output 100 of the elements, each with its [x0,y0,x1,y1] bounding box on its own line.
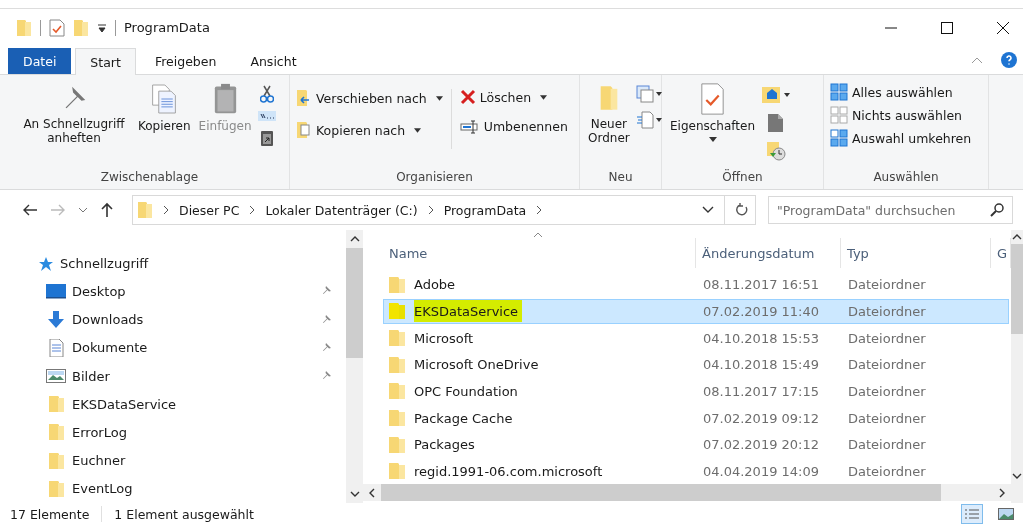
collapse-ribbon-icon[interactable] [971,56,983,64]
vertical-scrollbar[interactable] [1011,230,1023,503]
search-icon[interactable] [990,203,1004,217]
scroll-up-icon[interactable] [1012,234,1022,240]
file-row[interactable]: Packages 07.02.2019 20:12 Dateiordner [383,432,1009,458]
ribbon-button[interactable]: Umbenennen [459,119,568,134]
shortcut-icon[interactable] [259,129,274,147]
dropdown-icon[interactable] [702,206,714,214]
file-row[interactable]: Microsoft 04.10.2018 15:53 Dateiordner [383,325,1009,351]
folder-icon [388,275,406,294]
ribbon-button[interactable]: Alles auswählen [830,83,972,101]
scroll-down-icon[interactable] [349,491,360,497]
ribbon-button[interactable]: Löschen [459,89,568,105]
breadcrumb[interactable]: Dieser PC [179,202,240,218]
dropdown-icon[interactable] [97,22,107,33]
file-name: Microsoft [414,329,475,348]
recent-icon[interactable] [78,207,88,213]
nav-item[interactable]: Schnellzugriff [38,250,149,278]
folder-icon [16,18,32,37]
caret-icon [540,94,548,100]
up-icon[interactable] [100,202,114,218]
folder-icon [46,451,66,470]
ribbon-button[interactable]: An Schnellzugriff anheften [16,81,132,147]
column-header[interactable]: Typ [841,238,991,269]
caret-icon [414,127,422,133]
back-icon[interactable] [22,203,38,217]
easy-access-icon[interactable] [635,111,662,129]
address-bar[interactable]: Dieser PC Lokaler Datenträger (C:) ProgramData [132,195,756,225]
file-row[interactable]: OPC Foundation 08.11.2017 17:15 Dateiordner [383,378,1009,404]
ribbon-tab[interactable]: Start [75,48,136,75]
folder-icon [46,423,66,442]
nav-item[interactable]: EKSDataService [46,390,346,419]
ribbon-tab[interactable]: Freigeben [139,48,232,74]
scrollbar[interactable] [346,230,363,503]
close-icon[interactable] [997,21,1009,34]
nav-item[interactable]: Dokumente [46,333,346,362]
file-row[interactable]: Adobe 08.11.2017 16:51 Dateiordner [383,272,1009,298]
scroll-right-icon[interactable] [999,487,1005,498]
nav-item[interactable]: Euchner [46,446,346,475]
scroll-left-icon[interactable] [369,487,375,498]
file-row[interactable]: regid.1991-06.com.microsoft 04.04.2019 14:09 Dateiordner [383,458,1009,484]
properties-icon[interactable] [49,18,65,37]
item-count: 17 Elemente [10,506,90,522]
history-icon[interactable] [766,141,787,161]
group-label: Zwischenablage [99,170,200,186]
scroll-down-icon[interactable] [1012,473,1022,479]
file-row[interactable]: Microsoft OneDrive 04.10.2018 15:49 Dateiordner [383,352,1009,378]
type-cell-text: Dateiordner [847,383,927,399]
file-row[interactable]: Package Cache 07.02.2019 09:12 Dateiordner [383,405,1009,431]
ribbon-button[interactable]: Nichts auswählen [830,106,972,124]
nav-item[interactable]: Bilder [46,361,346,391]
file-row[interactable]: EKSDataService 07.02.2019 11:40 Dateiordner [383,298,1009,324]
pin-icon[interactable] [320,313,332,326]
ribbon-button[interactable]: Kopieren [136,81,193,135]
nav-item[interactable]: EventLog [46,474,346,503]
ribbon-button[interactable]: Auswahl umkehren [830,129,972,147]
chevron-icon[interactable] [249,206,256,214]
caret-icon [708,137,717,142]
ribbon-tab[interactable]: Datei [8,48,72,74]
pin-icon[interactable] [320,370,332,382]
date-cell-text: 07.02.2019 09:12 [702,410,821,426]
open-folder-icon[interactable] [761,85,792,105]
breadcrumb[interactable]: Lokaler Datenträger (C:) [265,202,418,218]
new-item-icon[interactable] [635,85,662,103]
scroll-up-icon[interactable] [349,236,360,242]
properties-icon [700,83,725,115]
ribbon-button[interactable]: Neuer Ordner [586,81,632,147]
search-field[interactable]: "ProgramData" durchsuchen [768,196,1013,224]
ribbon-tab[interactable]: Ansicht [235,48,312,74]
chevron-icon[interactable] [536,206,543,214]
type-cell-text: Dateiordner [847,410,927,426]
nav-item[interactable]: Downloads [46,305,346,334]
column-header[interactable]: Name [363,238,696,269]
folder-icon [137,201,153,219]
pin-icon[interactable] [320,341,332,354]
file-name: EKSDataService [414,300,523,323]
grid-icon [830,83,848,101]
path-icon[interactable] [257,111,276,121]
scissors-icon[interactable] [259,85,274,103]
move-icon [296,89,312,107]
type-cell-text: Dateiordner [847,437,927,453]
refresh-icon[interactable] [735,203,749,217]
ribbon-button[interactable]: Eigenschaften [668,81,758,144]
nav-item[interactable]: ErrorLog [46,418,346,447]
column-header[interactable]: Änderungsdatum [696,238,841,269]
nav-item[interactable]: Desktop [46,277,346,306]
folder-icon [388,435,406,454]
folder-icon [46,395,66,414]
folder-icon [598,83,619,113]
type-cell-text: Dateiordner [847,357,927,373]
ribbon-button[interactable]: Verschieben nach [296,89,443,107]
edit-icon[interactable] [767,113,786,133]
chevron-icon[interactable] [427,206,434,214]
sort-icon [533,232,543,238]
copy-to-icon [296,121,312,139]
ribbon-button[interactable]: Kopieren nach [296,121,443,139]
maximize-icon[interactable] [941,21,953,34]
help-icon[interactable] [1001,52,1017,68]
breadcrumb[interactable]: ProgramData [443,202,527,218]
chevron-icon[interactable] [163,206,169,214]
